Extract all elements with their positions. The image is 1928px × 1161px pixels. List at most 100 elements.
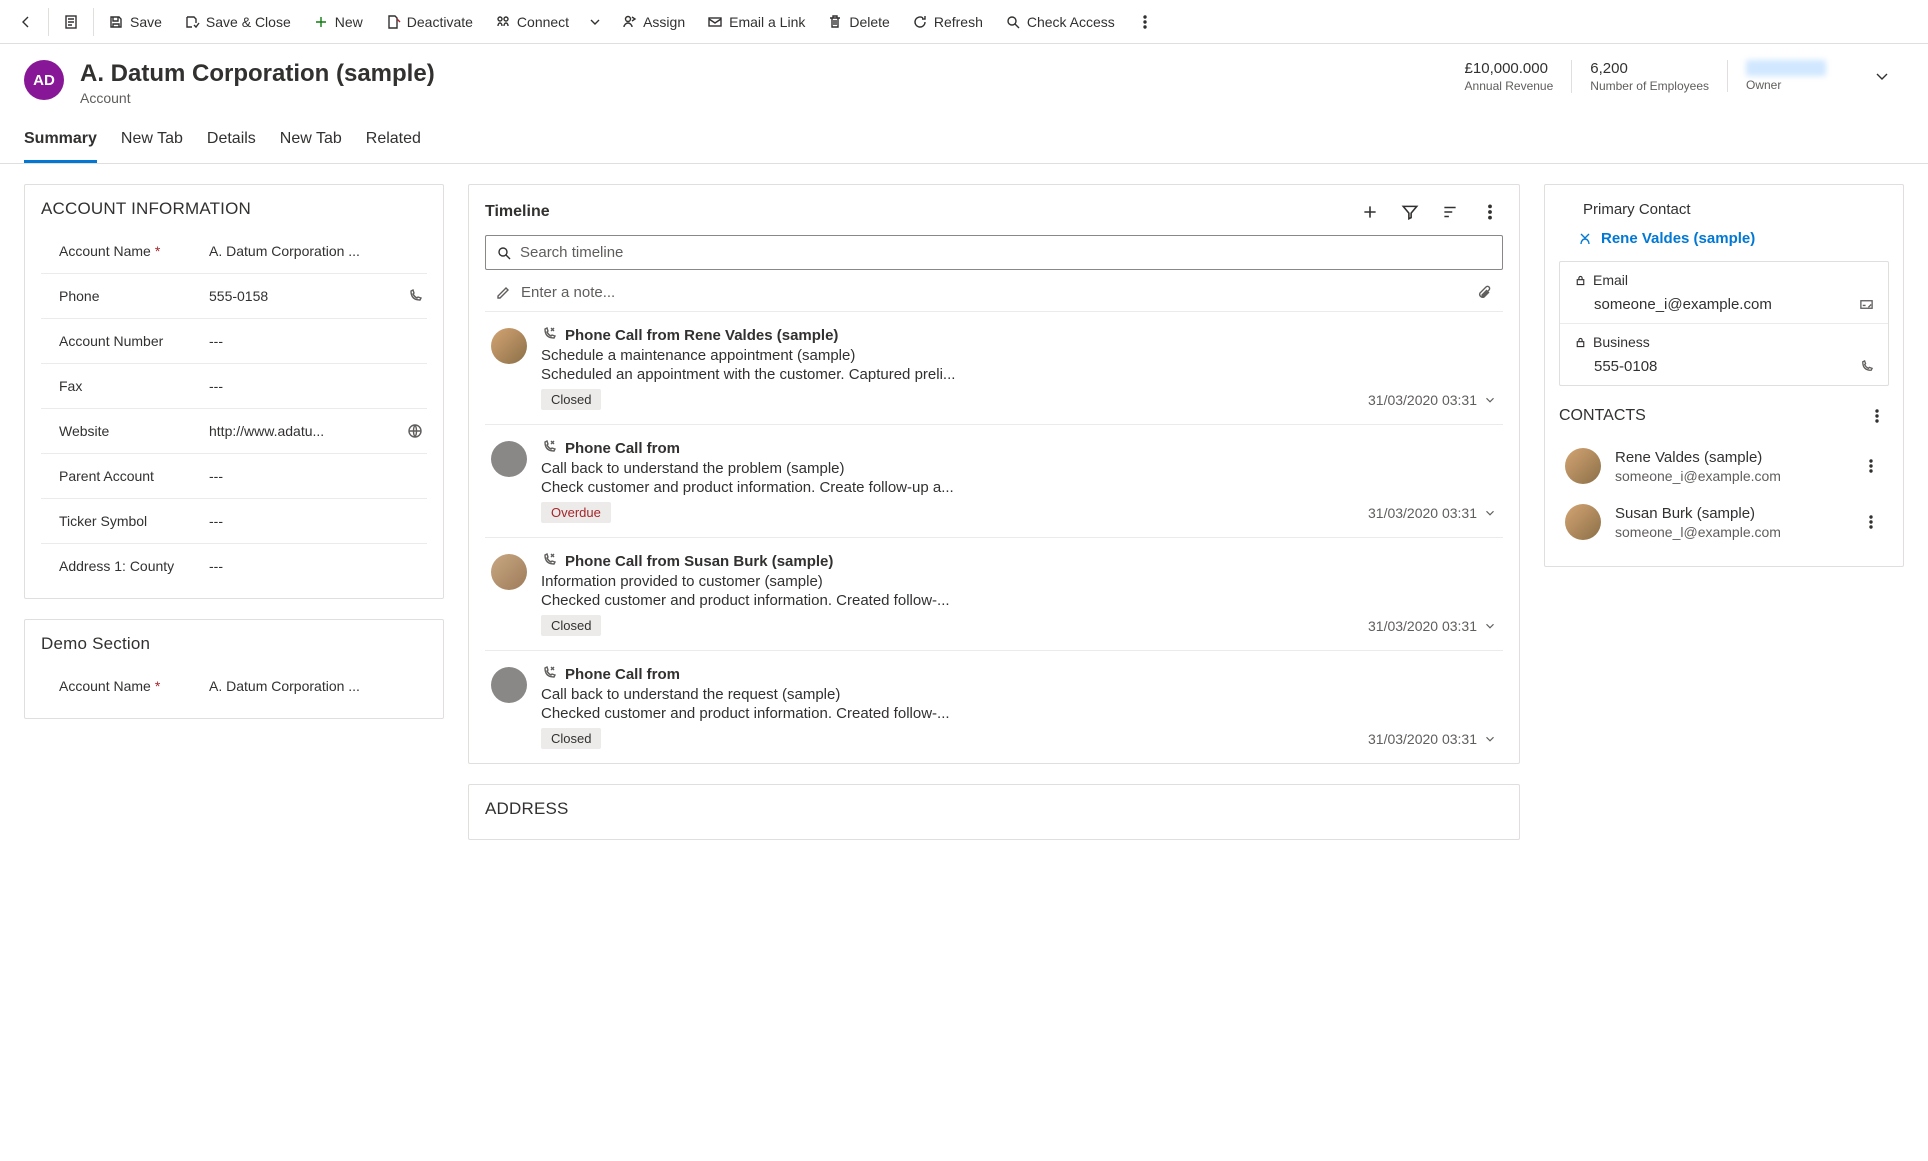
timeline-item-subject: Schedule a maintenance appointment (samp…	[541, 347, 1497, 364]
separator	[48, 8, 49, 36]
command-bar: Save Save & Close New Deactivate Connect…	[0, 0, 1928, 44]
contact-row[interactable]: Rene Valdes (sample) someone_i@example.c…	[1559, 438, 1889, 494]
contact-more-button[interactable]	[1859, 510, 1883, 534]
stat-employees[interactable]: 6,200 Number of Employees	[1571, 60, 1727, 93]
refresh-button[interactable]: Refresh	[902, 8, 993, 36]
header-expand-button[interactable]	[1860, 60, 1904, 92]
form-selector-button[interactable]	[53, 8, 89, 36]
chevron-down-icon[interactable]	[1483, 393, 1497, 407]
connect-dropdown[interactable]	[581, 8, 609, 36]
field-website[interactable]: Website http://www.adatu...	[41, 409, 427, 454]
field-value: 555-0158	[201, 288, 403, 304]
timeline-search-input[interactable]	[520, 244, 1492, 261]
assign-button[interactable]: Assign	[611, 8, 695, 36]
field-phone[interactable]: Phone 555-0158	[41, 274, 427, 319]
column-right: Primary Contact Rene Valdes (sample) Ema…	[1544, 184, 1904, 587]
timeline-sort-button[interactable]	[1437, 199, 1463, 225]
contact-more-button[interactable]	[1859, 454, 1883, 478]
stat-annual-revenue[interactable]: £10,000.000 Annual Revenue	[1447, 60, 1572, 93]
check-access-button[interactable]: Check Access	[995, 8, 1125, 36]
more-vertical-icon	[1863, 514, 1879, 530]
timeline-search[interactable]	[485, 235, 1503, 270]
field-account-number[interactable]: Account Number ---	[41, 319, 427, 364]
primary-contact-link[interactable]: Rene Valdes (sample)	[1559, 230, 1889, 247]
phone-call-icon[interactable]	[403, 288, 427, 304]
field-value: ---	[201, 513, 427, 529]
section-title: Demo Section	[41, 634, 427, 654]
attachment-icon[interactable]	[1477, 285, 1493, 301]
timeline-item-subject: Information provided to customer (sample…	[541, 573, 1497, 590]
field-label: Phone	[41, 288, 201, 304]
timeline-more-button[interactable]	[1477, 199, 1503, 225]
tab-related[interactable]: Related	[366, 120, 421, 163]
chevron-down-icon[interactable]	[1483, 619, 1497, 633]
timeline-item-date: 31/03/2020 03:31	[1368, 392, 1497, 408]
tab-details[interactable]: Details	[207, 120, 256, 163]
tab-newtab-2[interactable]: New Tab	[280, 120, 342, 163]
field-parent-account[interactable]: Parent Account ---	[41, 454, 427, 499]
overflow-button[interactable]	[1127, 8, 1163, 36]
globe-icon[interactable]	[403, 423, 427, 439]
tab-newtab-1[interactable]: New Tab	[121, 120, 183, 163]
form-tabs: Summary New Tab Details New Tab Related	[0, 120, 1928, 164]
timeline-section: Timeline Phone C	[468, 184, 1520, 764]
save-button[interactable]: Save	[98, 8, 172, 36]
email-link-button[interactable]: Email a Link	[697, 8, 815, 36]
tab-summary[interactable]: Summary	[24, 120, 97, 163]
stat-value: £10,000.000	[1465, 60, 1554, 77]
field-demo-account-name[interactable]: Account Name* A. Datum Corporation ...	[41, 664, 427, 708]
timeline-filter-button[interactable]	[1397, 199, 1423, 225]
field-value: ---	[201, 333, 427, 349]
new-button[interactable]: New	[303, 8, 373, 36]
timeline-add-button[interactable]	[1357, 199, 1383, 225]
timeline-item[interactable]: Phone Call from Susan Burk (sample) Info…	[485, 538, 1503, 651]
stat-owner[interactable]: Owner	[1727, 60, 1844, 92]
back-button[interactable]	[8, 8, 44, 36]
contact-row[interactable]: Susan Burk (sample) someone_l@example.co…	[1559, 494, 1889, 550]
contact-icon	[1577, 231, 1593, 247]
card-icon[interactable]	[1859, 297, 1874, 312]
field-address1-county[interactable]: Address 1: County ---	[41, 544, 427, 588]
form-content: ACCOUNT INFORMATION Account Name* A. Dat…	[0, 164, 1928, 880]
deactivate-button[interactable]: Deactivate	[375, 8, 483, 36]
field-account-name[interactable]: Account Name* A. Datum Corporation ...	[41, 229, 427, 274]
timeline-item-title: Phone Call from Rene Valdes (sample)	[565, 327, 838, 344]
field-label: Website	[41, 423, 201, 439]
chevron-down-icon[interactable]	[1483, 732, 1497, 746]
timeline-item-date: 31/03/2020 03:31	[1368, 618, 1497, 634]
timeline-item-description: Checked customer and product information…	[541, 592, 1497, 609]
pc-business-field[interactable]: Business 555-0108	[1560, 324, 1888, 385]
timeline-note-input[interactable]	[521, 284, 1467, 301]
timeline-item-date: 31/03/2020 03:31	[1368, 505, 1497, 521]
field-fax[interactable]: Fax ---	[41, 364, 427, 409]
field-value: http://www.adatu...	[201, 423, 403, 439]
phone-icon[interactable]	[1859, 359, 1874, 374]
phone-call-icon	[541, 552, 557, 571]
chevron-down-icon	[587, 14, 603, 30]
field-ticker-symbol[interactable]: Ticker Symbol ---	[41, 499, 427, 544]
timeline-status-badge: Closed	[541, 389, 601, 410]
record-entity-label: Account	[80, 90, 1431, 106]
timeline-body: Phone Call from Rene Valdes (sample) Sch…	[541, 326, 1497, 410]
timeline-note-entry[interactable]	[485, 274, 1503, 312]
chevron-down-icon	[1874, 68, 1890, 84]
pc-email-field[interactable]: Email someone_i@example.com	[1560, 262, 1888, 324]
contacts-more-button[interactable]	[1865, 404, 1889, 428]
delete-button[interactable]: Delete	[817, 8, 899, 36]
timeline-item[interactable]: Phone Call from Rene Valdes (sample) Sch…	[485, 312, 1503, 425]
field-label: Ticker Symbol	[41, 513, 201, 529]
field-label: Account Name*	[41, 243, 201, 259]
timeline-item[interactable]: Phone Call from Call back to understand …	[485, 425, 1503, 538]
timeline-avatar	[491, 554, 527, 590]
timeline-status-badge: Closed	[541, 615, 601, 636]
filter-icon	[1401, 203, 1419, 221]
save-icon	[108, 14, 124, 30]
connect-button[interactable]: Connect	[485, 8, 579, 36]
save-close-button[interactable]: Save & Close	[174, 8, 301, 36]
assign-label: Assign	[643, 14, 685, 30]
column-left: ACCOUNT INFORMATION Account Name* A. Dat…	[24, 184, 444, 739]
chevron-down-icon[interactable]	[1483, 506, 1497, 520]
timeline-item-description: Checked customer and product information…	[541, 705, 1497, 722]
deactivate-label: Deactivate	[407, 14, 473, 30]
timeline-item[interactable]: Phone Call from Call back to understand …	[485, 651, 1503, 763]
